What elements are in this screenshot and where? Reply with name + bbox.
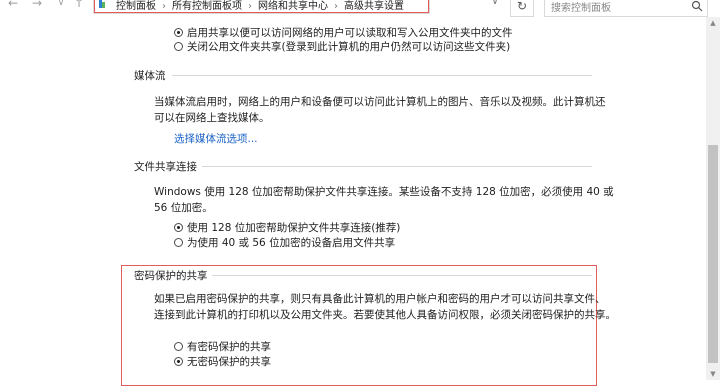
address-dropdown-icon[interactable]: ∨ [488, 0, 502, 10]
address-toolbar: ← → ∨ ↑ 控制面板 › 所有控制面板项 › 网络和共享中心 › 高级共享设置 ∨ ↻ … [0, 0, 720, 17]
radio-label: 使用 128 位加密帮助保护文件共享连接(推荐) [187, 221, 401, 234]
radio-disable-public-folder-sharing[interactable]: 关闭公用文件夹共享(登录到此计算机的用户仍然可以访问这些文件夹) [174, 39, 510, 53]
radio-40-56-bit-encryption[interactable]: 为使用 40 或 56 位加密的设备启用文件共享 [174, 235, 395, 249]
radio-button[interactable] [174, 27, 183, 37]
advanced-sharing-settings-panel: 启用共享以便可以访问网络的用户可以读取和写入公用文件夹中的文件 关闭公用文件夹共… [0, 17, 706, 386]
description-line: 56 位加密。 [154, 202, 213, 214]
radio-label: 无密码保护的共享 [187, 355, 271, 368]
section-title-media-streaming: 媒体流 [134, 70, 166, 82]
section-title-password-protected-sharing: 密码保护的共享 [134, 270, 208, 282]
search-placeholder: 搜索控制面板 [551, 3, 611, 14]
file-sharing-description: Windows 使用 128 位加密帮助保护文件共享连接。某些设备不支持 128… [154, 184, 614, 216]
search-icon[interactable] [691, 0, 703, 12]
up-arrow-icon[interactable]: ↑ [72, 0, 86, 10]
radio-password-protected-sharing-off[interactable]: 无密码保护的共享 [174, 354, 271, 368]
description-line: 连接到此计算机的打印机以及公用文件夹。若要使其他人具备访问权限，必须关闭密码保护… [154, 309, 616, 321]
radio-button[interactable] [174, 222, 183, 232]
radio-password-protected-sharing-on[interactable]: 有密码保护的共享 [174, 339, 271, 353]
radio-button[interactable] [174, 341, 183, 351]
radio-label: 启用共享以便可以访问网络的用户可以读取和写入公用文件夹中的文件 [187, 26, 513, 39]
radio-label: 为使用 40 或 56 位加密的设备启用文件共享 [187, 236, 396, 249]
section-title-file-sharing-connections: 文件共享连接 [134, 161, 197, 173]
radio-enable-public-folder-sharing[interactable]: 启用共享以便可以访问网络的用户可以读取和写入公用文件夹中的文件 [174, 25, 513, 39]
forward-arrow-icon[interactable]: → [30, 0, 44, 10]
radio-label: 有密码保护的共享 [187, 340, 271, 353]
section-divider [212, 275, 592, 276]
radio-button[interactable] [174, 41, 183, 51]
radio-button[interactable] [174, 237, 183, 247]
radio-button[interactable] [174, 356, 183, 366]
radio-label: 关闭公用文件夹共享(登录到此计算机的用户仍然可以访问这些文件夹) [187, 40, 511, 53]
refresh-icon[interactable]: ↻ [510, 0, 534, 17]
scroll-down-icon[interactable]: ▼ [706, 368, 720, 380]
section-divider [202, 166, 592, 167]
password-sharing-description: 如果已启用密码保护的共享，则只有具备此计算机的用户帐户和密码的用户才可以访问共享… [154, 291, 616, 323]
description-line: Windows 使用 128 位加密帮助保护文件共享连接。某些设备不支持 128… [154, 186, 614, 198]
description-line: 当媒体流启用时，网络上的用户和设备便可以访问此计算机上的图片、音乐以及视频。此计… [154, 96, 606, 108]
section-divider [172, 75, 592, 76]
radio-128-bit-encryption[interactable]: 使用 128 位加密帮助保护文件共享连接(推荐) [174, 220, 400, 234]
scrollbar-thumb[interactable] [708, 145, 718, 363]
back-arrow-icon[interactable]: ← [6, 0, 20, 10]
scroll-up-icon[interactable]: ▲ [706, 17, 720, 29]
recent-locations-chevron-icon[interactable]: ∨ [54, 0, 68, 10]
vertical-scrollbar[interactable]: ▲ ▼ [706, 17, 720, 380]
description-line: 如果已启用密码保护的共享，则只有具备此计算机的用户帐户和密码的用户才可以访问共享… [154, 293, 606, 305]
choose-media-streaming-options-link[interactable]: 选择媒体流选项... [174, 131, 258, 146]
description-line: 可以在网络上查找媒体。 [154, 112, 270, 124]
address-highlight-box [94, 0, 429, 13]
search-input[interactable]: 搜索控制面板 [544, 0, 708, 17]
media-streaming-description: 当媒体流启用时，网络上的用户和设备便可以访问此计算机上的图片、音乐以及视频。此计… [154, 94, 606, 126]
